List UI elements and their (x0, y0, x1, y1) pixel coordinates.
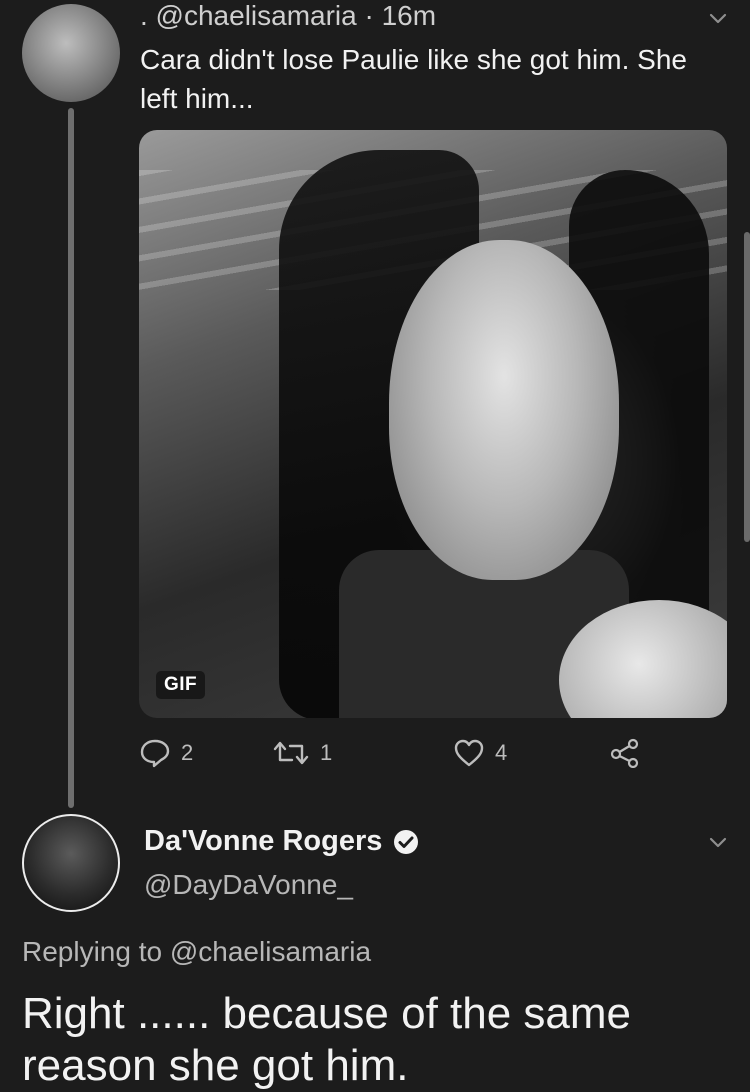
gif-badge: GIF (156, 671, 206, 699)
reply-handle[interactable]: @DayDaVonne_ (144, 869, 353, 901)
like-button[interactable]: 4 (453, 738, 507, 768)
avatar[interactable] (22, 4, 120, 102)
reply-author-name: Da'Vonne Rogers (144, 825, 383, 857)
scrollbar[interactable] (744, 232, 750, 542)
tweet-text: Cara didn't lose Paulie like she got him… (140, 44, 687, 114)
heart-icon (453, 738, 485, 768)
chevron-down-icon[interactable] (708, 8, 728, 28)
replying-to-label[interactable]: Replying to @chaelisamaria (22, 936, 371, 968)
avatar-reply[interactable] (22, 814, 120, 912)
gif-media[interactable]: GIF (139, 130, 727, 718)
reply-button[interactable]: 2 (139, 738, 193, 768)
tweet-actions: 2 1 4 (139, 738, 659, 774)
verified-badge-icon (392, 828, 420, 856)
retweet-count: 1 (320, 740, 333, 765)
speech-bubble-icon (139, 738, 171, 768)
share-icon (609, 738, 641, 768)
retweet-icon (272, 738, 310, 768)
thread-connector-line (68, 108, 74, 808)
retweet-button[interactable]: 1 (272, 738, 332, 768)
gif-figure-face (389, 240, 619, 580)
like-count: 4 (495, 740, 508, 765)
reply-text: Right ...... because of the same reason … (22, 989, 631, 1090)
share-button[interactable] (609, 738, 641, 768)
reply-author[interactable]: Da'Vonne Rogers (144, 825, 420, 858)
reply-count: 2 (181, 740, 194, 765)
tweet-handle-time[interactable]: . @chaelisamaria · 16m (140, 0, 436, 32)
chevron-down-icon[interactable] (708, 832, 728, 852)
